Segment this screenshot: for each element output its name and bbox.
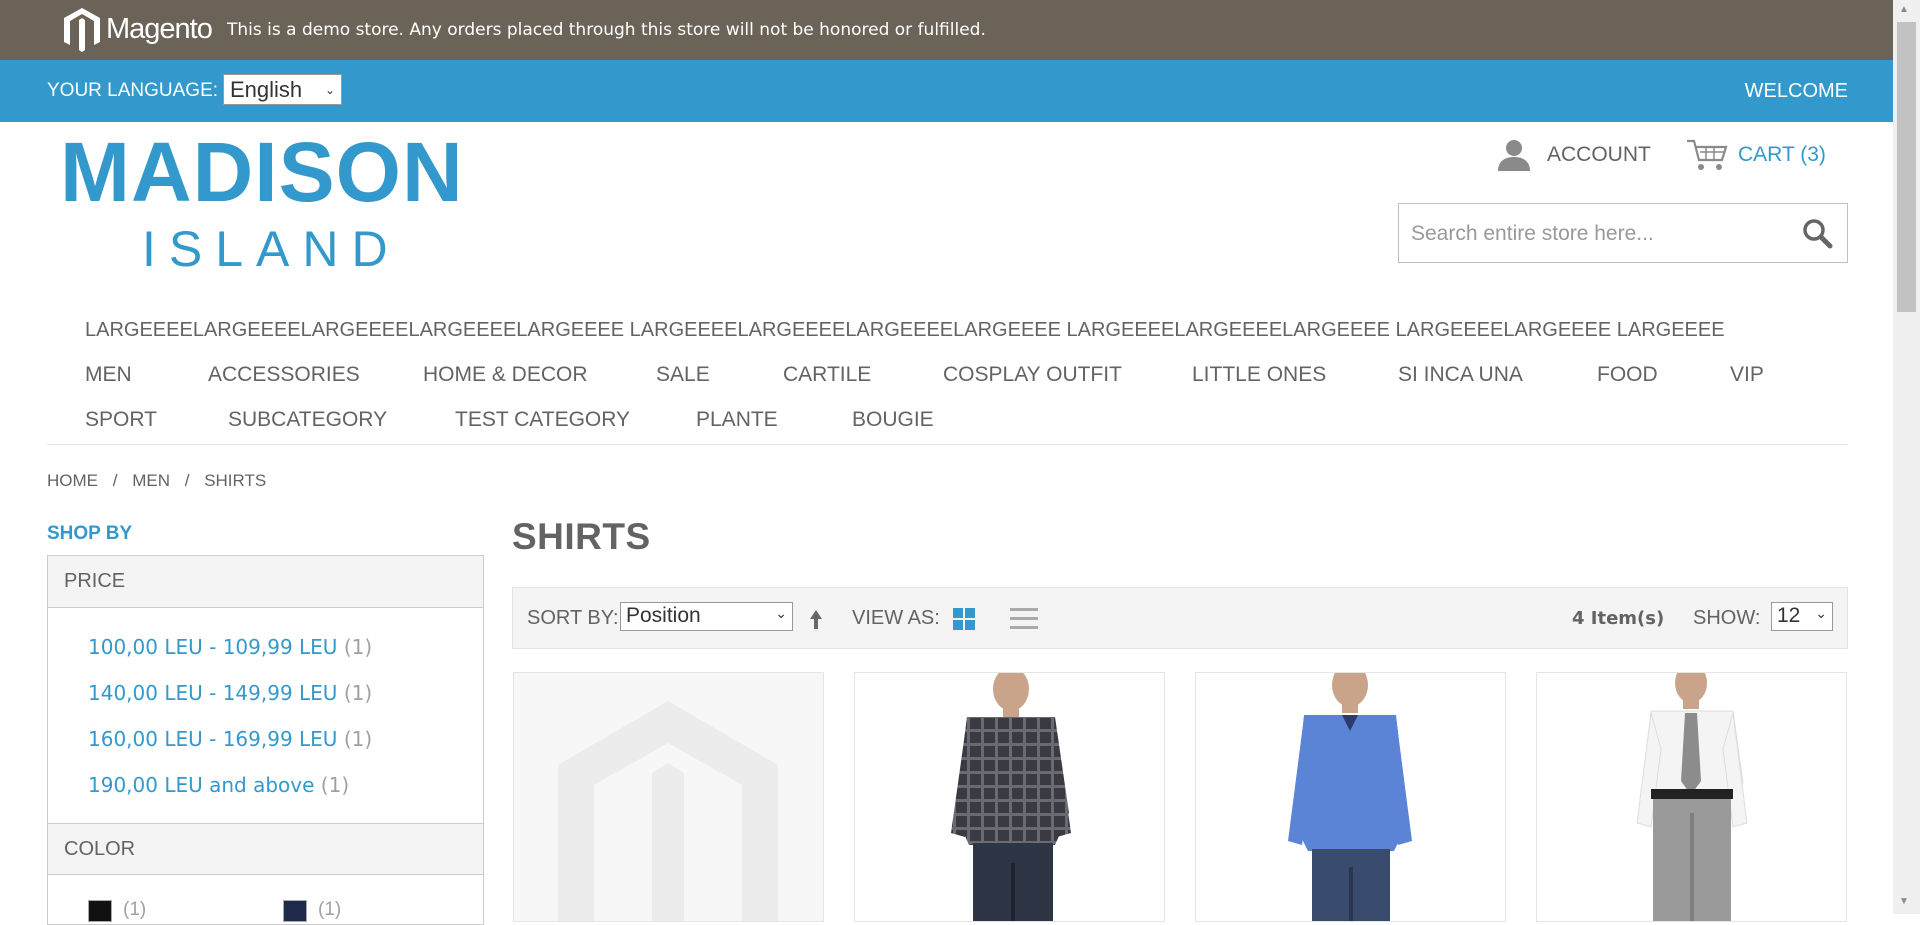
breadcrumb-current: SHIRTS — [204, 471, 267, 490]
page-title: SHIRTS — [512, 516, 651, 557]
product-card[interactable] — [1195, 672, 1506, 922]
product-card[interactable] — [513, 672, 824, 922]
show-per-page-value: 12 — [1777, 604, 1801, 627]
nav-item-cosplay-outfit[interactable]: COSPLAY OUTFIT — [943, 363, 1122, 387]
language-label: YOUR LANGUAGE: — [47, 80, 219, 101]
sort-direction-icon[interactable] — [809, 608, 823, 630]
account-link[interactable]: ACCOUNT — [1496, 137, 1651, 173]
color-filter-count: (1) — [123, 899, 147, 920]
scroll-down-arrow-icon[interactable]: ▼ — [1899, 896, 1909, 907]
nav-item-si-inca-una[interactable]: SI INCA UNA — [1398, 363, 1523, 387]
scrollbar-thumb[interactable] — [1897, 22, 1916, 312]
price-filter-item[interactable]: 160,00 LEU - 169,99 LEU (1) — [88, 727, 372, 751]
white-shirt-tie-image — [1636, 673, 1748, 921]
magento-wordmark: Magento — [106, 12, 213, 45]
color-filter-count: (1) — [318, 899, 342, 920]
sort-by-label: SORT BY: — [527, 607, 619, 629]
nav-item-large[interactable]: LARGEEEELARGEEEELARGEEEELARGEEEELARGEEEE… — [85, 319, 1725, 342]
demo-notice-text: This is a demo store. Any orders placed … — [227, 20, 986, 40]
nav-item-little-ones[interactable]: LITTLE ONES — [1192, 363, 1326, 387]
sort-by-value: Position — [626, 604, 701, 627]
filter-heading-color: COLOR — [48, 823, 483, 875]
magento-icon — [64, 8, 100, 52]
chevron-down-icon: ⌄ — [324, 83, 335, 97]
nav-item-test-category[interactable]: TEST CATEGORY — [455, 408, 630, 432]
magento-logo: Magento — [62, 6, 213, 52]
product-card[interactable] — [854, 672, 1165, 922]
list-view-icon[interactable] — [1010, 607, 1038, 631]
price-filter-count: (1) — [343, 635, 373, 659]
chevron-down-icon: ⌄ — [775, 605, 787, 621]
items-count: 4 Item(s) — [1572, 608, 1665, 629]
sort-by-select[interactable]: Position ⌄ — [620, 602, 793, 631]
language-select-value: English — [230, 77, 303, 102]
show-label: SHOW: — [1693, 607, 1761, 629]
price-filter-count: (1) — [343, 727, 373, 751]
nav-item-food[interactable]: FOOD — [1597, 363, 1658, 387]
nav-item-cartile[interactable]: CARTILE — [783, 363, 871, 387]
language-bar: YOUR LANGUAGE: English ⌄ WELCOME — [0, 60, 1893, 122]
grid-view-icon[interactable] — [953, 608, 975, 630]
breadcrumb: HOME / MEN / SHIRTS — [47, 471, 276, 491]
plaid-shirt-image — [951, 673, 1071, 921]
breadcrumb-men[interactable]: MEN — [132, 471, 170, 490]
show-per-page-select[interactable]: 12 ⌄ — [1771, 602, 1833, 631]
filter-heading-price: PRICE — [48, 556, 483, 608]
cart-link[interactable]: CART (3) — [1686, 137, 1826, 173]
nav-item-subcategory[interactable]: SUBCATEGORY — [228, 408, 387, 432]
breadcrumb-home[interactable]: HOME — [47, 471, 98, 490]
shop-by-title: SHOP BY — [47, 523, 133, 544]
layered-navigation: PRICE 100,00 LEU - 109,99 LEU (1) 140,00… — [47, 555, 484, 925]
user-icon — [1498, 140, 1530, 171]
nav-item-bougie[interactable]: BOUGIE — [852, 408, 934, 432]
logo-line1: MADISON — [60, 125, 464, 219]
price-filter-item[interactable]: 190,00 LEU and above (1) — [88, 773, 349, 797]
nav-item-sport[interactable]: SPORT — [85, 408, 157, 432]
price-filter-item[interactable]: 100,00 LEU - 109,99 LEU (1) — [88, 635, 372, 659]
account-label: ACCOUNT — [1547, 143, 1651, 166]
breadcrumb-separator: / — [112, 471, 118, 490]
language-select[interactable]: English ⌄ — [223, 74, 342, 105]
welcome-message: WELCOME — [1744, 80, 1848, 102]
demo-notice-bar: Magento This is a demo store. Any orders… — [0, 0, 1893, 60]
magnifier-icon[interactable] — [1801, 217, 1833, 249]
price-filter-item[interactable]: 140,00 LEU - 149,99 LEU (1) — [88, 681, 372, 705]
nav-item-sale[interactable]: SALE — [656, 363, 710, 387]
breadcrumb-separator: / — [184, 471, 190, 490]
nav-divider — [47, 444, 1848, 445]
products-toolbar: SORT BY: Position ⌄ VIEW AS: 4 Item(s) S… — [512, 587, 1848, 649]
color-swatch-black[interactable] — [88, 900, 112, 922]
nav-item-vip[interactable]: VIP — [1730, 363, 1764, 387]
view-as-label: VIEW AS: — [852, 607, 940, 629]
product-card[interactable] — [1536, 672, 1847, 922]
nav-item-accessories[interactable]: ACCESSORIES — [208, 363, 360, 387]
blue-shirt-image — [1288, 673, 1412, 921]
placeholder-image — [514, 673, 823, 921]
price-filter-label: 100,00 LEU - 109,99 LEU — [88, 635, 338, 659]
cart-label: CART (3) — [1738, 143, 1826, 166]
price-filter-count: (1) — [320, 773, 350, 797]
color-swatch-navy[interactable] — [283, 900, 307, 922]
shopping-cart-icon — [1687, 139, 1728, 170]
nav-item-men[interactable]: MEN — [85, 363, 132, 387]
search-input[interactable] — [1399, 204, 1793, 264]
price-filter-label: 160,00 LEU - 169,99 LEU — [88, 727, 338, 751]
price-filter-label: 190,00 LEU and above — [88, 773, 315, 797]
logo-line2: ISLAND — [142, 221, 401, 277]
scroll-up-arrow-icon[interactable]: ▲ — [1899, 4, 1909, 15]
nav-item-home-decor[interactable]: HOME & DECOR — [423, 363, 588, 387]
nav-item-plante[interactable]: PLANTE — [696, 408, 778, 432]
search-form — [1398, 203, 1848, 264]
price-filter-label: 140,00 LEU - 149,99 LEU — [88, 681, 338, 705]
price-filter-count: (1) — [343, 681, 373, 705]
chevron-down-icon: ⌄ — [1815, 605, 1827, 621]
